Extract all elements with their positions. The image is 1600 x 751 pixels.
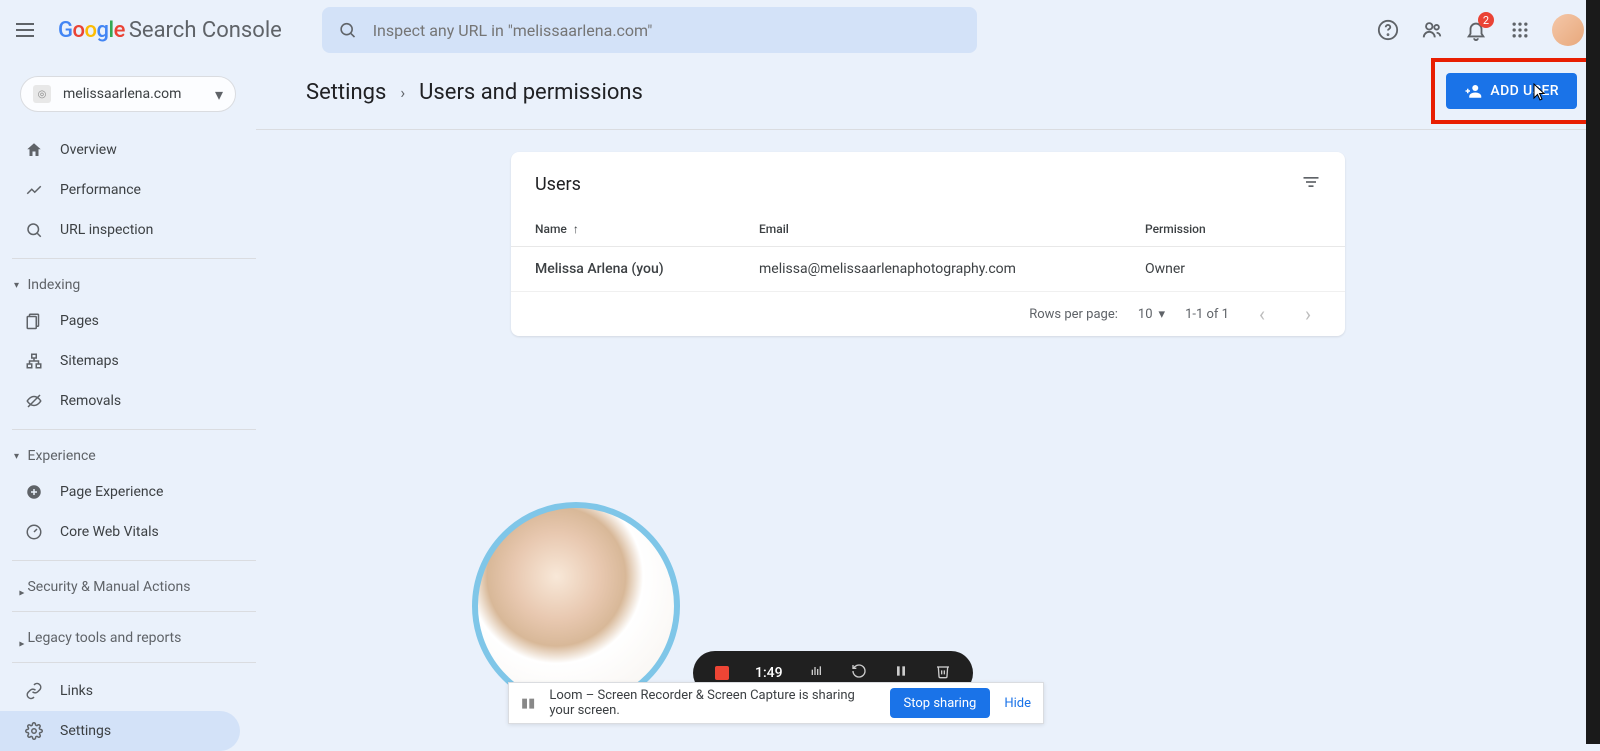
column-name[interactable]: Name ↑ [535, 222, 759, 236]
nav-overview[interactable]: Overview [0, 130, 240, 170]
breadcrumb-settings[interactable]: Settings [306, 80, 386, 105]
app-header: Google Search Console 2 [0, 0, 1600, 60]
add-user-highlight: ADD USER [1431, 58, 1592, 124]
users-card: Users Name ↑ Email Permission Melissa Ar… [511, 152, 1345, 336]
nav-label: Core Web Vitals [60, 524, 159, 540]
breadcrumb: Settings › Users and permissions [306, 80, 1550, 105]
column-email[interactable]: Email [759, 222, 1145, 236]
section-legacy[interactable]: ▾ Legacy tools and reports [0, 620, 256, 654]
nav-label: Performance [60, 182, 141, 198]
right-border [1586, 0, 1600, 744]
pagination-range: 1-1 of 1 [1185, 307, 1229, 322]
cell-email: melissa@melissaarlenaphotography.com [759, 261, 1145, 277]
equalizer-icon[interactable] [809, 663, 825, 683]
nav-removals[interactable]: Removals [0, 381, 240, 421]
pages-icon [24, 312, 44, 330]
trash-icon[interactable] [935, 663, 951, 683]
sidebar: ◎ melissaarlena.com ▾ Overview Performan… [0, 60, 256, 744]
help-icon[interactable] [1376, 18, 1400, 42]
section-experience[interactable]: ▾ Experience [0, 438, 256, 472]
home-icon [24, 141, 44, 159]
restart-icon[interactable] [851, 663, 867, 683]
next-page-button[interactable]: › [1295, 302, 1321, 326]
notification-badge: 2 [1478, 12, 1494, 28]
search-input[interactable] [373, 21, 961, 40]
nav-label: Page Experience [60, 484, 163, 500]
account-avatar[interactable] [1552, 14, 1584, 46]
nav-label: Pages [60, 313, 99, 329]
chart-icon [24, 181, 44, 199]
pause-icon[interactable] [893, 663, 909, 683]
menu-icon[interactable] [16, 18, 40, 42]
nav-label: Overview [60, 142, 117, 158]
logo[interactable]: Google Search Console [58, 18, 282, 43]
nav-label: URL inspection [60, 222, 153, 238]
stop-sharing-button[interactable]: Stop sharing [890, 688, 991, 718]
property-name: melissaarlena.com [63, 86, 215, 102]
card-title: Users [535, 174, 581, 195]
record-icon[interactable] [715, 666, 729, 680]
nav-settings[interactable]: Settings [0, 711, 240, 751]
rows-per-page-select[interactable]: 10 ▾ [1138, 307, 1165, 322]
gear-icon [24, 722, 44, 740]
share-text: Loom – Screen Recorder & Screen Capture … [549, 688, 875, 718]
nav-pages[interactable]: Pages [0, 301, 240, 341]
speed-icon [24, 523, 44, 541]
chevron-down-icon: ▾ [215, 85, 223, 104]
chevron-right-icon: › [400, 83, 405, 102]
pause-small-icon[interactable]: ▮▮ [521, 696, 535, 711]
hide-link[interactable]: Hide [1004, 696, 1031, 711]
apps-icon[interactable] [1508, 18, 1532, 42]
cell-name: Melissa Arlena (you) [535, 261, 759, 277]
main-content: Settings › Users and permissions Users N… [256, 60, 1600, 336]
hidden-icon [24, 392, 44, 410]
screen-share-bar: ▮▮ Loom – Screen Recorder & Screen Captu… [508, 682, 1044, 724]
nav-label: Removals [60, 393, 121, 409]
nav-sitemaps[interactable]: Sitemaps [0, 341, 240, 381]
sort-up-icon: ↑ [573, 222, 579, 236]
table-header: Name ↑ Email Permission [511, 212, 1345, 247]
nav-performance[interactable]: Performance [0, 170, 240, 210]
column-permission[interactable]: Permission [1145, 222, 1321, 236]
loom-camera-bubble[interactable] [472, 502, 680, 710]
cell-permission: Owner [1145, 261, 1321, 277]
section-indexing[interactable]: ▾ Indexing [0, 267, 256, 301]
sitemap-icon [24, 352, 44, 370]
person-add-icon [1464, 82, 1482, 100]
search-icon [24, 221, 44, 239]
chevron-down-icon: ▾ [1159, 307, 1166, 322]
link-icon [24, 682, 44, 700]
people-icon[interactable] [1420, 18, 1444, 42]
recording-time: 1:49 [755, 665, 783, 681]
prev-page-button[interactable]: ‹ [1249, 302, 1275, 326]
breadcrumb-current: Users and permissions [419, 80, 643, 105]
product-name: Search Console [129, 18, 282, 43]
table-row[interactable]: Melissa Arlena (you) melissa@melissaarle… [511, 247, 1345, 292]
section-security[interactable]: ▾ Security & Manual Actions [0, 569, 256, 603]
nav-url-inspection[interactable]: URL inspection [0, 210, 240, 250]
property-favicon: ◎ [33, 85, 51, 103]
rows-per-page-label: Rows per page: [1029, 307, 1118, 322]
nav-page-experience[interactable]: Page Experience [0, 472, 240, 512]
nav-label: Links [60, 683, 93, 699]
nav-core-web-vitals[interactable]: Core Web Vitals [0, 512, 240, 552]
nav-label: Sitemaps [60, 353, 119, 369]
property-selector[interactable]: ◎ melissaarlena.com ▾ [20, 76, 236, 112]
add-user-button[interactable]: ADD USER [1446, 73, 1577, 109]
table-footer: Rows per page: 10 ▾ 1-1 of 1 ‹ › [511, 292, 1345, 336]
search-box[interactable] [322, 7, 977, 53]
plus-circle-icon [24, 483, 44, 501]
notifications-icon[interactable]: 2 [1464, 18, 1488, 42]
nav-links[interactable]: Links [0, 671, 240, 711]
filter-icon[interactable] [1301, 172, 1321, 196]
nav-label: Settings [60, 723, 111, 739]
search-icon [338, 20, 357, 40]
